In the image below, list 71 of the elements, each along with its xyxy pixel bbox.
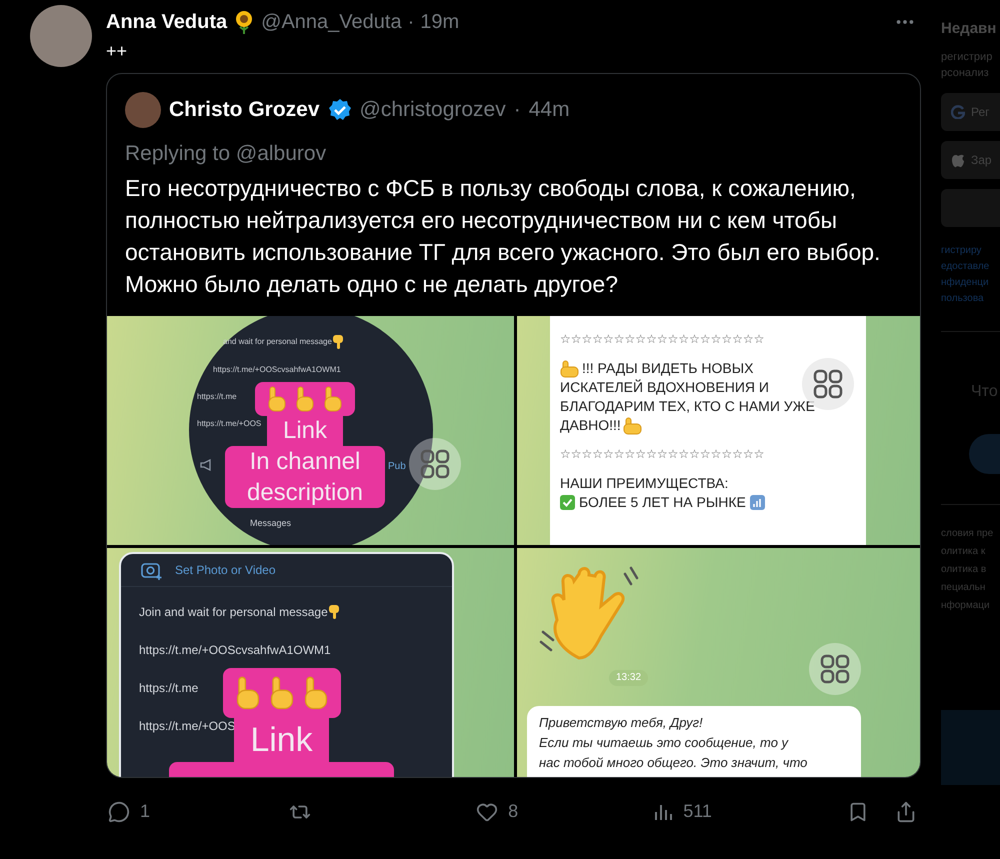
footer-link[interactable]: олитика в [941, 560, 1000, 578]
footer-link[interactable]: словия пре [941, 524, 1000, 542]
star-divider: ☆☆☆☆☆☆☆☆☆☆☆☆☆☆☆☆☆☆☆ [560, 446, 766, 463]
pointing-down-hand-icon [328, 605, 340, 619]
sidebar-text: регистрир [941, 50, 994, 64]
separator-dot: · [408, 10, 414, 35]
avatar [125, 92, 161, 128]
post-text: ++ [106, 40, 128, 63]
sidebar-heading: Недавн [941, 19, 998, 39]
bar-chart-icon [750, 495, 765, 510]
pointing-down-hand-icon [332, 335, 344, 349]
pointing-up-hand-icon [295, 386, 315, 412]
star-divider: ☆☆☆☆☆☆☆☆☆☆☆☆☆☆☆☆☆☆☆ [560, 331, 766, 348]
separator-dot: · [514, 97, 521, 123]
author-name: Christo Grozev [169, 97, 320, 123]
message-text: ИСКАТЕЛЕЙ ВДОХНОВЕНИЯ И [560, 378, 769, 397]
google-icon [951, 104, 965, 118]
message-text: https://t.me [139, 680, 198, 697]
check-mark-icon [560, 495, 575, 510]
author-handle: @christogrozev [360, 97, 506, 123]
pointing-up-hand-icon [268, 676, 294, 710]
sticker-label: Link [266, 416, 344, 446]
reply-button[interactable]: 1 [108, 798, 290, 825]
message-text: !!! РАДЫ ВИДЕТЬ НОВЫХ [582, 359, 754, 378]
quoted-post-text: Его несотрудничество с ФСБ в пользу свободы слова, к сожалению, полностью нейтрализуется его несотрудничеством ни с кем чтобы остановить использование ТГ для всего ужасного. Это был его выбор. Можно было делать одно с не делать другое? [125, 174, 882, 299]
message-text: нас тобой много общего. Это значит, что [539, 754, 808, 772]
sidebar-text: рсонализ [941, 66, 990, 80]
message-text: НАШИ ПРЕИМУЩЕСТВА: [560, 474, 730, 493]
footer-link[interactable]: пециальн [941, 578, 1000, 596]
message-text: Если ты читаешь это сообщение, то у [539, 734, 790, 752]
footer-link[interactable]: олитика к [941, 542, 1000, 560]
menu-label: Messages [250, 517, 292, 530]
message-text: https://t.me/+OOS [139, 718, 236, 735]
set-photo-link[interactable]: Set Photo or Video [175, 561, 276, 579]
pointing-up-hand-icon [267, 386, 287, 412]
pointing-up-hand-icon [302, 676, 328, 710]
footer-link[interactable]: нформаци [941, 596, 1000, 614]
message-time: 13:32 [609, 670, 648, 686]
thumbs-up-icon [560, 360, 580, 378]
post-time: 44m [528, 97, 570, 123]
terms-link[interactable]: гистриру [941, 242, 1000, 258]
grid-icon [809, 643, 861, 695]
pointing-up-hand-icon [323, 386, 343, 412]
side-label: Pub [388, 460, 406, 474]
sticker-label: Link [234, 718, 329, 762]
message-text: https://t.me/+OOS [197, 418, 262, 430]
post-time[interactable]: 19m [420, 9, 460, 35]
terms-link[interactable]: нфиденци [941, 274, 1000, 290]
like-button[interactable]: 8 [476, 798, 654, 825]
reply-icon [108, 800, 130, 822]
views-button[interactable]: 511 [653, 798, 848, 825]
camera-icon [141, 560, 163, 580]
terms-link[interactable]: едоставле [941, 258, 1000, 274]
thumbs-up-icon [622, 416, 643, 434]
message-text: Join and wait for personal message [139, 604, 328, 621]
message-text: Приветствую тебя, Друг! [539, 714, 704, 732]
message-text: https://t.me/+OOScvsahfwA1OWM1 [212, 364, 341, 376]
message-text: БОЛЕЕ 5 ЛЕТ НА РЫНКЕ [579, 493, 746, 512]
heart-icon [476, 800, 498, 822]
message-text: https://t.me [197, 391, 237, 403]
sticker-caption: In channel description [225, 446, 385, 508]
message-text: БЛАГОДАРИМ ТЕХ, КТО С НАМИ УЖЕ [560, 397, 815, 416]
quoted-post[interactable] [106, 73, 921, 778]
replying-to-text: Replying to @alburov [125, 141, 328, 167]
pointing-up-hand-icon [234, 676, 260, 710]
author-handle[interactable]: @Anna_Veduta [261, 9, 402, 35]
author-name[interactable]: Anna Veduta [106, 9, 228, 35]
grid-icon [409, 438, 461, 490]
message-text: https://t.me/+OOScvsahfwA1OWM1 [139, 642, 331, 659]
message-text: ДАВНО!!! [560, 416, 621, 435]
terms-link[interactable]: пользова [941, 290, 1000, 306]
